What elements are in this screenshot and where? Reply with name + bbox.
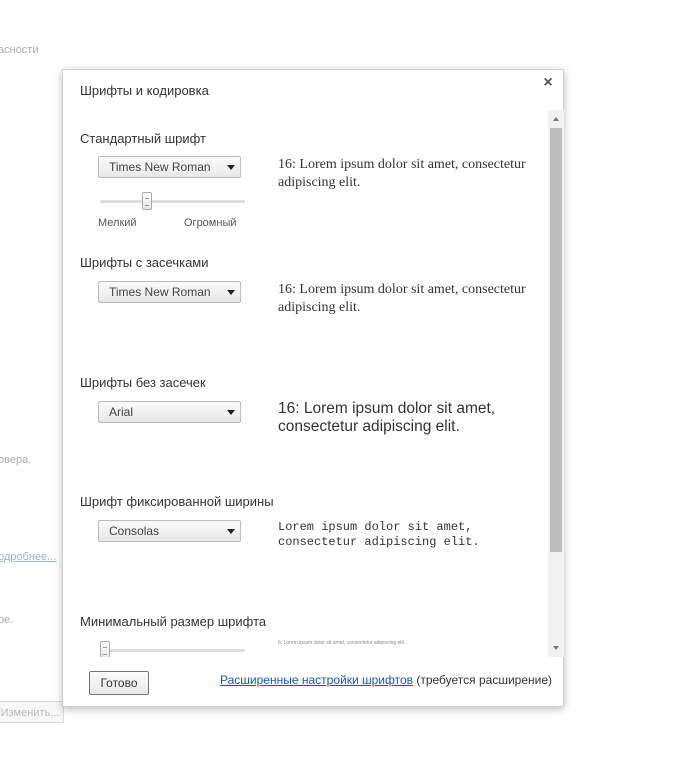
- background-text-security: асности: [0, 44, 39, 56]
- scrollbar-thumb[interactable]: [550, 128, 562, 552]
- minimum-font-size-title: Минимальный размер шрифта: [80, 614, 267, 629]
- background-text-server: овера.: [0, 454, 32, 466]
- background-link-more[interactable]: одробнее...: [0, 551, 56, 563]
- extension-required-text: (требуется расширение): [413, 673, 553, 687]
- font-size-slider-thumb[interactable]: [142, 192, 152, 210]
- sans-serif-font-preview: 16: Lorem ipsum dolor sit amet, consecte…: [278, 400, 496, 435]
- chevron-down-icon: [227, 290, 235, 295]
- close-icon[interactable]: ×: [540, 74, 556, 92]
- standard-font-value: Times New Roman: [109, 160, 211, 174]
- background-change-button[interactable]: Изменить...: [0, 701, 64, 723]
- sans-serif-font-value: Arial: [109, 405, 134, 419]
- minimum-size-slider-thumb[interactable]: [100, 641, 110, 657]
- sans-serif-font-select[interactable]: Arial: [98, 401, 241, 423]
- chevron-down-icon: [227, 529, 235, 534]
- font-size-slider-track[interactable]: [100, 192, 245, 210]
- chevron-down-icon: [227, 165, 235, 170]
- dialog-content: Стандартный шрифт Times New Roman 16: Lo…: [63, 110, 548, 657]
- font-size-small-label: Мелкий: [98, 217, 137, 229]
- sans-serif-font-title: Шрифты без засечек: [80, 375, 206, 390]
- dialog-footer: Готово Расширенные настройки шрифтов (тр…: [63, 657, 563, 707]
- minimum-size-slider-track[interactable]: [100, 641, 245, 657]
- fixed-font-title: Шрифт фиксированной ширины: [80, 494, 274, 509]
- scroll-up-icon[interactable]: [553, 117, 559, 121]
- serif-font-select[interactable]: Times New Roman: [98, 281, 241, 303]
- standard-font-preview: 16: Lorem ipsum dolor sit amet, consecte…: [278, 157, 526, 190]
- dialog-title: Шрифты и кодировка: [80, 83, 209, 98]
- background-text-re: ре.: [0, 614, 14, 626]
- done-button[interactable]: Готово: [89, 671, 149, 695]
- fixed-font-value: Consolas: [109, 524, 160, 538]
- serif-font-preview: 16: Lorem ipsum dolor sit amet, consecte…: [278, 282, 526, 315]
- dialog-scrollbar[interactable]: [548, 110, 564, 657]
- fonts-dialog: Шрифты и кодировка × Стандартный шрифт T…: [62, 69, 564, 707]
- fixed-font-select[interactable]: Consolas: [98, 520, 241, 542]
- font-size-huge-label: Огромный: [184, 217, 237, 229]
- minimum-font-preview: 6: Lorem ipsum dolor sit amet, consectet…: [278, 640, 406, 646]
- serif-font-value: Times New Roman: [109, 285, 211, 299]
- advanced-font-settings-link[interactable]: Расширенные настройки шрифтов: [220, 673, 413, 687]
- fixed-font-preview: Lorem ipsum dolor sit amet, consectetur …: [278, 520, 480, 549]
- advanced-settings-note: Расширенные настройки шрифтов (требуется…: [220, 673, 552, 687]
- scroll-down-icon[interactable]: [553, 646, 559, 650]
- chevron-down-icon: [227, 410, 235, 415]
- standard-font-title: Стандартный шрифт: [80, 131, 207, 146]
- serif-font-title: Шрифты с засечками: [80, 255, 209, 270]
- standard-font-select[interactable]: Times New Roman: [98, 156, 241, 178]
